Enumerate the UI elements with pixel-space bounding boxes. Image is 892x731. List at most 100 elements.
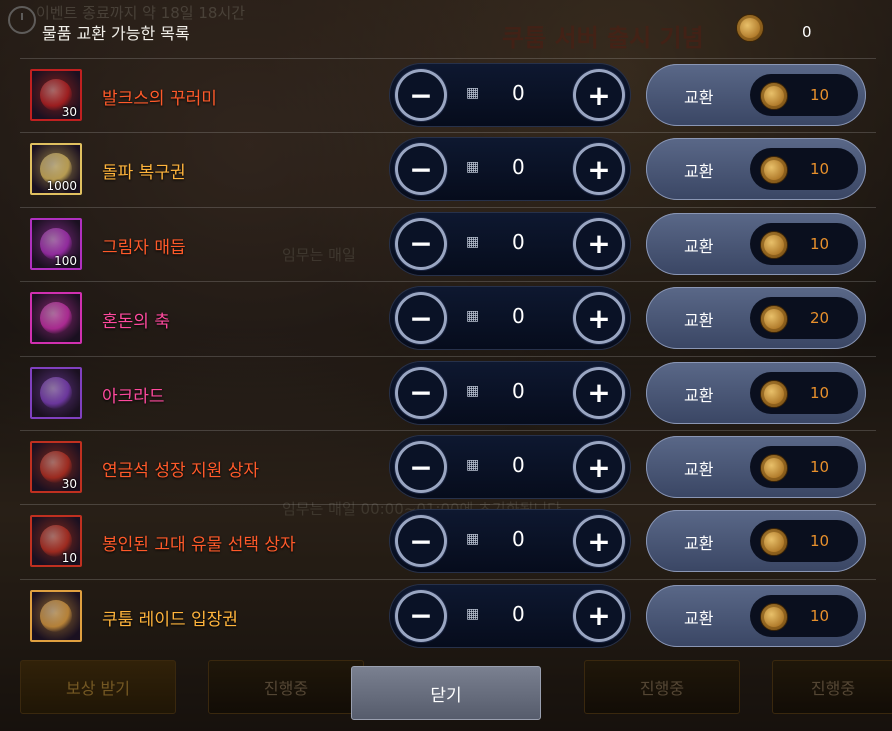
increase-button[interactable]: +	[573, 69, 625, 121]
price-tag: 10	[750, 594, 858, 637]
exchange-button[interactable]: 교환 20	[646, 287, 866, 350]
exchange-button[interactable]: 교환 10	[646, 436, 866, 498]
price-tag: 10	[750, 520, 858, 563]
decrease-button[interactable]: −	[395, 441, 447, 493]
coin-icon	[760, 454, 788, 482]
calculator-icon[interactable]: ▦	[466, 532, 480, 546]
exchange-label: 교환	[684, 608, 714, 628]
exchange-label: 교환	[684, 162, 714, 182]
quantity-value[interactable]: 0	[512, 81, 525, 105]
price-tag: 10	[750, 222, 858, 265]
item-quantity: 100	[54, 253, 77, 268]
price-tag: 20	[750, 297, 858, 340]
exchange-item-row: 1000 돌파 복구권 − ▦ 0 + 교환 10	[20, 132, 876, 206]
item-name: 혼돈의 축	[102, 312, 170, 333]
quantity-value[interactable]: 0	[512, 155, 525, 179]
calculator-icon[interactable]: ▦	[466, 309, 480, 323]
decrease-button[interactable]: −	[395, 366, 447, 419]
price-tag: 10	[750, 148, 858, 191]
decrease-button[interactable]: −	[395, 292, 447, 345]
decrease-button[interactable]: −	[395, 217, 447, 270]
quantity-stepper: − ▦ 0 +	[390, 212, 630, 275]
quantity-value[interactable]: 0	[512, 527, 525, 551]
exchange-item-row: 아크라드 − ▦ 0 + 교환 10	[20, 356, 876, 430]
exchange-item-row: 100 그림자 매듭 − ▦ 0 + 교환 10	[20, 207, 876, 281]
item-name: 돌파 복구권	[102, 163, 186, 184]
item-quantity: 1000	[46, 179, 77, 194]
quantity-stepper: − ▦ 0 +	[390, 287, 630, 350]
coin-icon	[760, 156, 788, 185]
quantity-value[interactable]: 0	[512, 230, 525, 254]
calculator-icon[interactable]: ▦	[466, 160, 480, 174]
price-value: 10	[810, 458, 830, 476]
quantity-stepper: − ▦ 0 +	[390, 510, 630, 573]
calculator-icon[interactable]: ▦	[466, 86, 480, 100]
exchange-button[interactable]: 교환 10	[646, 64, 866, 126]
knot-icon: 100	[30, 217, 82, 270]
exchange-label: 교환	[684, 534, 714, 554]
chest-icon: 30	[30, 441, 82, 493]
scroll-icon: 1000	[30, 143, 82, 196]
coin-icon	[760, 82, 788, 110]
close-button[interactable]: 닫기	[351, 666, 541, 720]
coin-icon	[760, 602, 788, 631]
item-quantity: 10	[61, 551, 77, 566]
exchange-label: 교환	[684, 385, 714, 405]
calculator-icon[interactable]: ▦	[466, 384, 480, 398]
item-art	[40, 302, 72, 335]
increase-button[interactable]: +	[573, 589, 625, 642]
price-value: 10	[810, 160, 830, 179]
price-tag: 10	[750, 446, 858, 488]
item-name: 연금석 성장 지원 상자	[102, 461, 259, 481]
item-name: 그림자 매듭	[102, 237, 186, 258]
quantity-stepper: − ▦ 0 +	[390, 436, 630, 498]
increase-button[interactable]: +	[573, 217, 625, 270]
decrease-button[interactable]: −	[395, 69, 447, 121]
price-tag: 10	[750, 371, 858, 414]
exchange-label: 교환	[684, 311, 714, 331]
item-art	[40, 599, 72, 632]
calculator-icon[interactable]: ▦	[466, 458, 480, 472]
quantity-value[interactable]: 0	[512, 602, 525, 626]
quantity-value[interactable]: 0	[512, 453, 525, 477]
silver-chest-icon: 10	[30, 515, 82, 568]
increase-button[interactable]: +	[573, 515, 625, 568]
exchange-button[interactable]: 교환 10	[646, 584, 866, 647]
exchange-button[interactable]: 교환 10	[646, 361, 866, 424]
increase-button[interactable]: +	[573, 143, 625, 196]
ticket-icon	[30, 589, 82, 642]
calculator-icon[interactable]: ▦	[466, 235, 480, 249]
clock-icon	[8, 6, 36, 34]
quantity-stepper: − ▦ 0 +	[390, 64, 630, 126]
exchange-item-row: 30 발크스의 꾸러미 − ▦ 0 + 교환 10	[20, 58, 876, 132]
increase-button[interactable]: +	[573, 366, 625, 419]
exchange-button[interactable]: 교환 10	[646, 510, 866, 573]
quantity-stepper: − ▦ 0 +	[390, 584, 630, 647]
item-quantity: 30	[61, 105, 77, 119]
exchange-button[interactable]: 교환 10	[646, 212, 866, 275]
exchange-button[interactable]: 교환 10	[646, 138, 866, 201]
increase-button[interactable]: +	[573, 441, 625, 493]
gem-icon	[30, 366, 82, 419]
coin-icon	[760, 528, 788, 557]
calculator-icon[interactable]: ▦	[466, 607, 480, 621]
coin-icon	[760, 379, 788, 408]
exchange-item-row: 30 연금석 성장 지원 상자 − ▦ 0 + 교환 10	[20, 430, 876, 504]
quantity-stepper: − ▦ 0 +	[390, 361, 630, 424]
quantity-value[interactable]: 0	[512, 304, 525, 328]
coin-icon	[760, 230, 788, 259]
exchange-item-row: 혼돈의 축 − ▦ 0 + 교환 20	[20, 281, 876, 355]
currency-display: 0	[736, 14, 812, 42]
increase-button[interactable]: +	[573, 292, 625, 345]
price-value: 10	[810, 532, 830, 551]
quantity-value[interactable]: 0	[512, 379, 525, 403]
item-name: 아크라드	[102, 386, 165, 407]
price-tag: 10	[750, 74, 858, 116]
price-value: 10	[810, 86, 830, 104]
crystal-icon	[30, 292, 82, 345]
price-value: 10	[810, 606, 830, 625]
decrease-button[interactable]: −	[395, 515, 447, 568]
decrease-button[interactable]: −	[395, 143, 447, 196]
exchange-label: 교환	[684, 88, 714, 107]
decrease-button[interactable]: −	[395, 589, 447, 642]
